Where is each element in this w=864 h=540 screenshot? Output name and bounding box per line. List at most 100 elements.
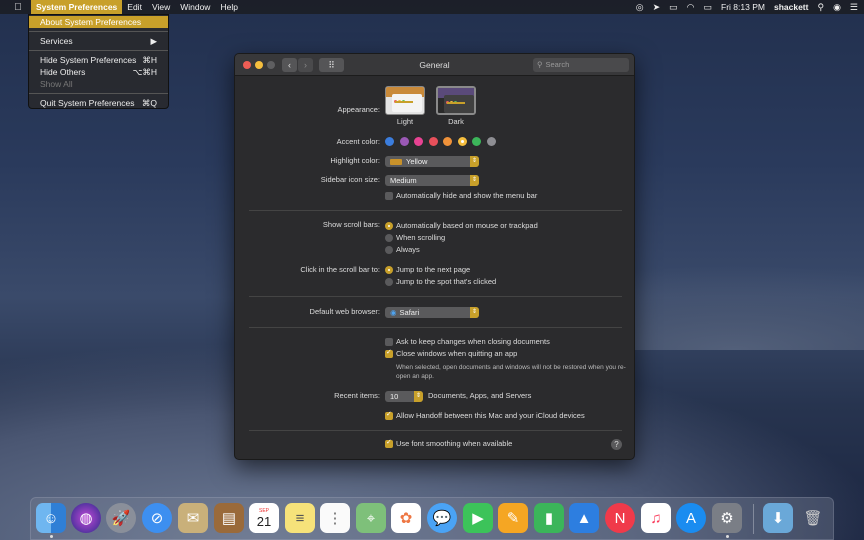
ask-keep-changes-checkbox[interactable]: [385, 338, 393, 346]
divider: [249, 327, 622, 328]
siri-icon[interactable]: ◍: [71, 503, 101, 533]
maps-icon[interactable]: ⌖: [356, 503, 386, 533]
help-button[interactable]: ?: [611, 439, 622, 450]
scroll-always-radio[interactable]: [385, 246, 393, 254]
siri-menu-icon[interactable]: ◉: [833, 2, 841, 13]
menu-separator: [29, 50, 168, 51]
jump-to-spot-radio[interactable]: [385, 278, 393, 286]
title-bar[interactable]: ‹ › ⠿ General ⚲ Search: [235, 54, 634, 76]
accent-swatch[interactable]: [414, 137, 423, 146]
updown-icon: ⇕: [470, 156, 479, 167]
menu-item-label: Hide Others: [40, 67, 86, 77]
jump-next-page-radio[interactable]: [385, 266, 393, 274]
menu-item-about[interactable]: About System Preferences: [29, 16, 168, 28]
accent-swatch[interactable]: [428, 137, 438, 146]
recent-items-label: Recent items:: [334, 391, 380, 400]
menubar-autohide-checkbox[interactable]: [385, 192, 393, 200]
downloads-folder-icon[interactable]: ⬇: [763, 503, 793, 533]
accent-swatch[interactable]: [457, 137, 467, 146]
appearance-dark-label: Dark: [448, 117, 464, 126]
accent-swatch[interactable]: [472, 137, 481, 146]
wifi-icon[interactable]: ◠: [687, 2, 695, 13]
menu-item-label: Show All: [40, 79, 73, 89]
updown-icon: ⇕: [414, 391, 423, 402]
apple-icon[interactable]: : [11, 0, 25, 14]
menu-item-services[interactable]: Services ▶: [29, 35, 168, 47]
default-browser-popup[interactable]: ◉ Safari ⇕: [385, 307, 479, 318]
calendar-day: 21: [256, 513, 272, 529]
battery-icon[interactable]: ▭: [704, 2, 713, 13]
highlight-color-label: Highlight color:: [330, 156, 380, 165]
safari-icon[interactable]: ⊘: [142, 503, 172, 533]
accent-swatch[interactable]: [443, 137, 452, 146]
show-scroll-bars-label: Show scroll bars:: [322, 220, 380, 229]
handoff-checkbox[interactable]: [385, 410, 393, 420]
photos-icon[interactable]: ✿: [391, 503, 421, 533]
notification-center-icon[interactable]: ☰: [850, 2, 858, 13]
calendar-icon[interactable]: SEP 21: [249, 503, 279, 533]
notes-book-icon[interactable]: ▤: [214, 503, 244, 533]
scroll-when-scrolling-radio[interactable]: [385, 234, 393, 242]
system-preferences-icon[interactable]: ⚙: [712, 503, 742, 533]
notes-icon[interactable]: ≡: [285, 503, 315, 533]
facetime-icon[interactable]: ▶: [463, 503, 493, 533]
safari-small-icon: ◉: [390, 308, 397, 317]
sidebar-icon-size-popup[interactable]: Medium ⇕: [385, 175, 479, 186]
menu-item-hide-others[interactable]: Hide Others ⌥⌘H: [29, 66, 168, 78]
spotlight-icon[interactable]: ⚲: [817, 2, 824, 13]
music-icon[interactable]: ♫: [641, 503, 671, 533]
mail-stamp-icon[interactable]: ✉: [178, 503, 208, 533]
keynote-icon[interactable]: ▲: [569, 503, 599, 533]
scroll-always-label: Always: [396, 245, 420, 254]
accent-color-label: Accent color:: [336, 137, 380, 146]
divider: [249, 430, 622, 431]
trash-icon[interactable]: 🗑: [798, 503, 828, 533]
messages-icon[interactable]: 💬: [427, 503, 457, 533]
divider: [249, 210, 622, 211]
menu-item-label: Quit System Preferences: [40, 98, 135, 108]
menu-help[interactable]: Help: [215, 0, 242, 14]
close-windows-note: When selected, open documents and window…: [396, 364, 626, 380]
accent-swatch[interactable]: [486, 137, 496, 146]
recent-items-suffix: Documents, Apps, and Servers: [428, 391, 532, 400]
running-indicator: [50, 535, 53, 538]
accent-swatch[interactable]: [399, 137, 409, 146]
reminders-icon[interactable]: ⋮: [320, 503, 350, 533]
airplay-icon[interactable]: ▭: [669, 2, 678, 13]
app-store-icon[interactable]: A: [676, 503, 706, 533]
launchpad-icon[interactable]: 🚀: [106, 503, 136, 533]
menu-item-quit[interactable]: Quit System Preferences ⌘Q: [29, 97, 168, 109]
numbers-icon[interactable]: ▮: [534, 503, 564, 533]
dock-separator: [753, 504, 754, 534]
menu-window[interactable]: Window: [175, 0, 215, 14]
recent-items-value: 10: [390, 392, 399, 401]
sidebar-icon-size-value: Medium: [390, 176, 417, 185]
appearance-light-thumbnail[interactable]: [385, 86, 425, 115]
font-smoothing-checkbox[interactable]: [385, 438, 393, 448]
divider: [249, 296, 622, 297]
menu-view[interactable]: View: [147, 0, 175, 14]
finder-icon[interactable]: ☺: [36, 503, 66, 533]
accent-swatch[interactable]: [385, 137, 394, 146]
pages-icon[interactable]: ✎: [498, 503, 528, 533]
scroll-when-scrolling-label: When scrolling: [396, 233, 446, 242]
news-icon[interactable]: N: [605, 503, 635, 533]
search-placeholder: Search: [545, 60, 570, 69]
user-name[interactable]: shackett: [774, 2, 809, 12]
color-chip: [390, 159, 402, 166]
menu-app[interactable]: System Preferences: [31, 0, 123, 14]
close-windows-checkbox[interactable]: [385, 348, 393, 358]
menu-item-hide[interactable]: Hide System Preferences ⌘H: [29, 54, 168, 66]
screen-mirroring-icon[interactable]: ◎: [636, 2, 644, 13]
close-windows-label: Close windows when quitting an app: [396, 349, 518, 358]
highlight-color-popup[interactable]: Yellow ⇕: [385, 156, 479, 167]
menu-item-shortcut: ⌥⌘H: [132, 67, 157, 77]
search-field[interactable]: ⚲ Search: [533, 58, 629, 72]
menu-item-shortcut: ⌘Q: [141, 98, 157, 108]
recent-items-popup[interactable]: 10 ⇕: [385, 391, 423, 402]
location-icon[interactable]: ➤: [653, 2, 661, 13]
scroll-auto-radio[interactable]: [385, 222, 393, 230]
clock[interactable]: Fri 8:13 PM: [721, 2, 765, 12]
appearance-dark-thumbnail[interactable]: [436, 86, 476, 115]
menu-edit[interactable]: Edit: [122, 0, 147, 14]
